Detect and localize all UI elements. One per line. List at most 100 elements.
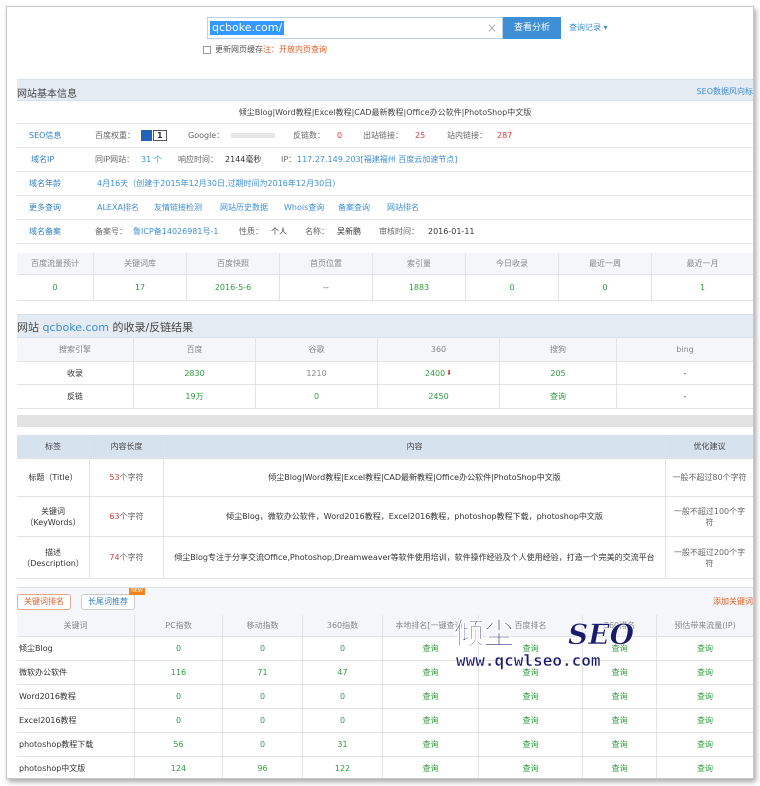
down-arrow-icon: ⬇ <box>446 369 453 377</box>
icp-no-value[interactable]: 鲁ICP备14026981号-1 <box>133 220 218 243</box>
history-data-link[interactable]: 网站历史数据 <box>220 196 268 219</box>
watermark-seo: SEO <box>568 618 635 651</box>
index-cell: 0 <box>223 709 303 733</box>
index-title: 网站 qcboke.com 的收录/反链结果 <box>17 321 194 334</box>
icp-row: 域名备案 备案号： 鲁ICP备14026981号-1 性质： 个人 名称： 吴新… <box>17 220 753 244</box>
nature-value: 个人 <box>271 227 287 236</box>
keyword-rank-tab[interactable]: 关键词排名 <box>17 594 71 610</box>
same-ip-value[interactable]: 31 个 <box>141 148 162 171</box>
index-bing: - <box>617 362 753 385</box>
keyword-row: photoshop中文版 124 96 122 查询 查询 查询 查询 <box>17 757 753 778</box>
search-input[interactable]: qcboke.com/ × <box>207 17 503 39</box>
search-value: qcboke.com/ <box>210 21 285 35</box>
meta-tag: 关键词（KeyWords） <box>17 497 90 537</box>
friendlink-link[interactable]: 友情链接检测 <box>154 196 202 219</box>
meta-tip: 一般不超过100个字符 <box>666 497 753 537</box>
seo-trend-link[interactable]: SEO数据风向标 <box>697 86 753 97</box>
internal-label: 站内链接： <box>447 131 487 140</box>
keyword-row: Word2016教程 0 0 0 查询 查询 查询 查询 <box>17 685 753 709</box>
query-link[interactable]: 查询 <box>657 733 753 757</box>
owner-value: 吴新鹏 <box>337 227 361 236</box>
index-cell: 47 <box>303 661 383 685</box>
traffic-col: 关键词库 <box>94 253 187 275</box>
index-cell: 124 <box>135 757 223 778</box>
keyword-cell: Word2016教程 <box>17 685 135 709</box>
paw-icon: 🐾 <box>141 130 152 141</box>
index-cell: 0 <box>223 637 303 661</box>
seo-info-label: SEO信息 <box>29 131 62 140</box>
clear-icon[interactable]: × <box>487 21 497 35</box>
baidu-weight-label: 百度权重： <box>95 131 135 140</box>
query-link[interactable]: 查询 <box>657 709 753 733</box>
checkbox-icon[interactable] <box>203 45 211 54</box>
meta-tag: 描述（Description） <box>17 537 90 579</box>
meta-header: 标签 内容长度 内容 优化建议 <box>17 435 753 459</box>
index-row-label: 反链 <box>17 385 134 409</box>
index-cell: 0 <box>135 709 223 733</box>
index-cell: 0 <box>303 685 383 709</box>
index-cell: 0 <box>135 685 223 709</box>
response-value: 2144毫秒 <box>225 155 262 164</box>
query-link[interactable]: 查询 <box>657 685 753 709</box>
alexa-link[interactable]: ALEXA排名 <box>97 196 139 219</box>
query-link[interactable]: 查询 <box>583 733 657 757</box>
meta-content: 倾尘Blog专注于分享交流Office,Photoshop,Dreamweave… <box>164 537 666 579</box>
query-link[interactable]: 查询 <box>479 757 583 778</box>
query-link[interactable]: 查询 <box>383 709 479 733</box>
browser-frame: qcboke.com/ × 查看分析 查询记录 ▾ 更新网页缓存 注：开放内页查… <box>6 6 754 779</box>
kw-col: 移动指数 <box>223 615 303 637</box>
meta-length: 53 个字符 <box>90 459 164 497</box>
query-link[interactable]: 查询 <box>479 733 583 757</box>
backlink-sogou-query[interactable]: 查询 <box>500 385 617 409</box>
index-col: 百度 <box>134 338 256 362</box>
query-link[interactable]: 查询 <box>479 709 583 733</box>
traffic-col: 百度流量预计 <box>17 253 94 275</box>
meta-row-description: 描述（Description） 74 个字符 倾尘Blog专注于分享交流Offi… <box>17 537 753 579</box>
refresh-cache-checkbox[interactable]: 更新网页缓存 注：开放内页查询 <box>203 44 327 55</box>
index-col: 搜索引擎 <box>17 338 134 362</box>
index-cell: 122 <box>303 757 383 778</box>
query-link[interactable]: 查询 <box>583 709 657 733</box>
traffic-col: 百度快照 <box>187 253 280 275</box>
domain-ip-label: 域名IP <box>31 155 55 164</box>
keyword-cell: Excel2016教程 <box>17 709 135 733</box>
page-content: qcboke.com/ × 查看分析 查询记录 ▾ 更新网页缓存 注：开放内页查… <box>17 7 753 778</box>
whois-link[interactable]: Whois查询 <box>284 196 324 219</box>
query-link[interactable]: 查询 <box>583 685 657 709</box>
traffic-col: 最近一周 <box>559 253 652 275</box>
ip-label: IP： <box>281 155 297 164</box>
traffic-col: 今日收录 <box>466 253 559 275</box>
history-dropdown[interactable]: 查询记录 ▾ <box>569 22 608 33</box>
query-link[interactable]: 查询 <box>479 685 583 709</box>
traffic-value: 0 <box>17 275 94 301</box>
meta-col: 内容长度 <box>90 435 164 459</box>
domain-age-value: 4月16天（创建于2015年12月30日,过期时间为2016年12月30日） <box>97 179 341 188</box>
query-link[interactable]: 查询 <box>383 733 479 757</box>
index-cell: 0 <box>303 637 383 661</box>
keyword-cell: 倾尘Blog <box>17 637 135 661</box>
traffic-header: 百度流量预计 关键词库 百度快照 首页位置 索引量 今日收录 最近一周 最近一月 <box>17 253 753 275</box>
keyword-cell: 微软办公软件 <box>17 661 135 685</box>
baidu-weight-badge[interactable]: 🐾 1 <box>141 124 167 147</box>
domain-age-label: 域名年龄 <box>29 179 61 188</box>
longtail-tab[interactable]: 长尾词推荐 <box>81 594 135 610</box>
icp-query-link[interactable]: 备案查询 <box>338 196 370 219</box>
icp-no-label: 备案号： <box>95 227 127 236</box>
analyze-button[interactable]: 查看分析 <box>503 17 561 39</box>
query-link[interactable]: 查询 <box>583 757 657 778</box>
traffic-values: 0 17 2016-5-6 -- 1883 0 0 1 <box>17 275 753 301</box>
meta-col: 优化建议 <box>666 435 753 459</box>
index-row-backlinks: 反链 19万 0 2450 查询 - <box>17 385 753 409</box>
meta-tip: 一般不超过200个字符 <box>666 537 753 579</box>
query-link[interactable]: 查询 <box>657 757 753 778</box>
backlink-bing: - <box>617 385 753 409</box>
section-divider <box>17 415 753 427</box>
backlinks-label: 反链数： <box>293 131 325 140</box>
query-link[interactable]: 查询 <box>383 685 479 709</box>
ip-value[interactable]: 117.27.149.203[福建福州 百度云加速节点] <box>297 148 457 171</box>
add-keyword-link[interactable]: 添加关键词 <box>713 596 753 607</box>
kw-col: 关键词 <box>17 615 135 637</box>
keyword-row: photoshop教程下载 56 0 31 查询 查询 查询 查询 <box>17 733 753 757</box>
site-rank-link[interactable]: 网站排名 <box>387 196 419 219</box>
query-link[interactable]: 查询 <box>383 757 479 778</box>
